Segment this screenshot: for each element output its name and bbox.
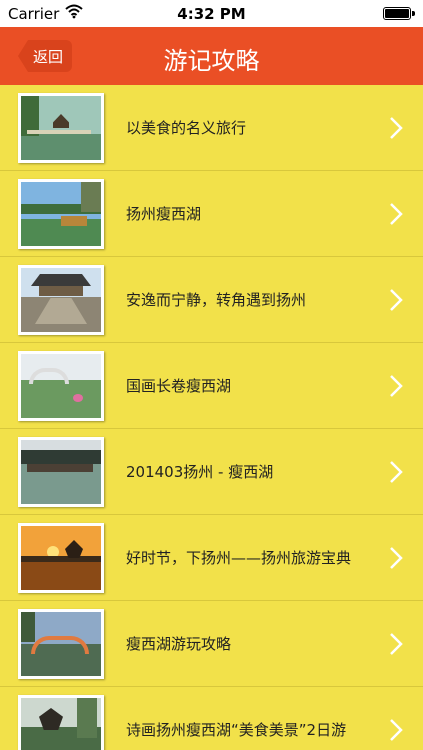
list-item[interactable]: 安逸而宁静，转角遇到扬州 [0,257,423,343]
battery-icon [383,7,415,20]
chevron-right-icon [390,719,403,741]
item-title: 好时节，下扬州——扬州旅游宝典 [126,548,352,567]
chevron-right-icon [390,203,403,225]
item-title: 国画长卷瘦西湖 [126,376,232,395]
chevron-right-icon [390,547,403,569]
list-item[interactable]: 诗画扬州瘦西湖“美食美景”2日游 [0,687,423,750]
item-title: 瘦西湖游玩攻略 [126,634,232,653]
list-item[interactable]: 201403扬州 - 瘦西湖 [0,429,423,515]
thumbnail-image [18,351,104,421]
item-title: 以美食的名义旅行 [126,118,247,137]
chevron-right-icon [390,289,403,311]
thumbnail-image [18,523,104,593]
thumbnail-image [18,265,104,335]
item-title: 201403扬州 - 瘦西湖 [126,462,274,481]
item-title: 扬州瘦西湖 [126,204,202,223]
chevron-right-icon [390,375,403,397]
page-title: 游记攻略 [163,47,260,75]
thumbnail-image [18,93,104,163]
status-bar: Carrier 4:32 PM [0,0,423,27]
travel-guide-list[interactable]: 以美食的名义旅行 扬州瘦西湖 安逸而宁静，转角遇到扬州 国画长卷瘦西湖 2014… [0,85,423,750]
chevron-right-icon [390,633,403,655]
navigation-bar: 返回 游记攻略 [0,27,423,85]
item-title: 安逸而宁静，转角遇到扬州 [126,290,307,309]
clock: 4:32 PM [177,5,246,23]
item-title: 诗画扬州瘦西湖“美食美景”2日游 [126,720,347,739]
list-item[interactable]: 瘦西湖游玩攻略 [0,601,423,687]
thumbnail-image [18,695,104,750]
thumbnail-image [18,437,104,507]
chevron-right-icon [390,117,403,139]
list-item[interactable]: 以美食的名义旅行 [0,85,423,171]
thumbnail-image [18,609,104,679]
chevron-right-icon [390,461,403,483]
list-item[interactable]: 扬州瘦西湖 [0,171,423,257]
thumbnail-image [18,179,104,249]
list-item[interactable]: 国画长卷瘦西湖 [0,343,423,429]
list-item[interactable]: 好时节，下扬州——扬州旅游宝典 [0,515,423,601]
